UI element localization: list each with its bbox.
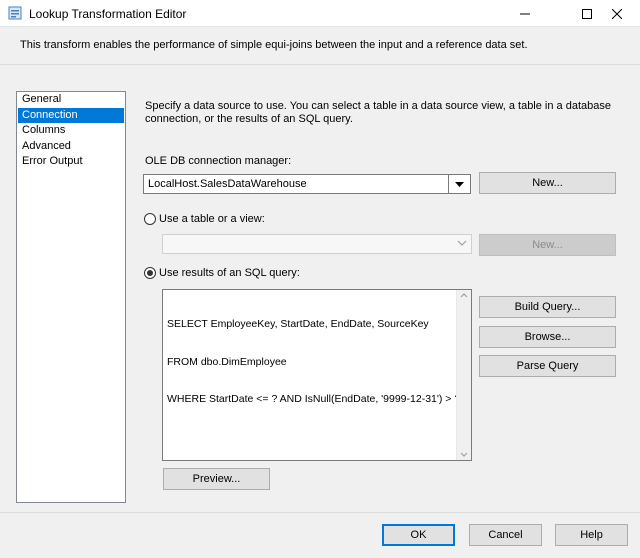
minimize-icon (520, 13, 530, 14)
header-divider (0, 64, 640, 65)
transform-description: This transform enables the performance o… (20, 39, 528, 51)
oledb-connection-value: LocalHost.SalesDataWarehouse (148, 178, 307, 190)
chevron-down-icon (457, 240, 467, 246)
connection-intro-text: Specify a data source to use. You can se… (145, 100, 611, 125)
radio-use-table[interactable] (144, 213, 156, 225)
sql-line: WHERE StartDate <= ? AND IsNull(EndDate,… (167, 393, 461, 405)
new-table-button: New... (479, 234, 616, 256)
sql-line: SELECT EmployeeKey, StartDate, EndDate, … (167, 318, 429, 330)
nav-item-general[interactable]: General (18, 92, 124, 108)
parse-query-button[interactable]: Parse Query (479, 355, 616, 377)
sql-query-text[interactable]: SELECT EmployeeKey, StartDate, EndDate, … (167, 293, 460, 431)
radio-use-sql-label[interactable]: Use results of an SQL query: (159, 267, 300, 279)
scroll-up-icon[interactable] (460, 292, 468, 298)
nav-item-error-output[interactable]: Error Output (18, 154, 124, 170)
build-query-button[interactable]: Build Query... (479, 296, 616, 318)
footer-divider (0, 512, 640, 513)
page-nav-list[interactable]: General Connection Columns Advanced Erro… (16, 91, 126, 503)
close-button[interactable] (594, 0, 640, 27)
app-icon (8, 6, 22, 20)
nav-item-columns[interactable]: Columns (18, 123, 124, 139)
sql-line: FROM dbo.DimEmployee (167, 355, 287, 368)
sql-query-textarea[interactable]: SELECT EmployeeKey, StartDate, EndDate, … (162, 289, 472, 461)
radio-use-sql[interactable] (144, 267, 156, 279)
sql-scrollbar[interactable] (456, 290, 471, 460)
nav-item-advanced[interactable]: Advanced (18, 139, 124, 155)
scroll-down-icon[interactable] (460, 452, 468, 458)
minimize-button[interactable] (502, 0, 548, 27)
window-title: Lookup Transformation Editor (29, 7, 187, 21)
maximize-icon (582, 8, 592, 19)
close-icon (612, 8, 622, 19)
table-view-select (162, 234, 472, 254)
oledb-connection-select[interactable]: LocalHost.SalesDataWarehouse (143, 174, 471, 194)
cancel-button[interactable]: Cancel (469, 524, 542, 546)
browse-button[interactable]: Browse... (479, 326, 616, 348)
radio-use-table-label[interactable]: Use a table or a view: (159, 213, 265, 225)
nav-item-connection[interactable]: Connection (18, 107, 124, 123)
dropdown-arrow-icon[interactable] (448, 175, 470, 193)
help-button[interactable]: Help (555, 524, 628, 546)
preview-button[interactable]: Preview... (163, 468, 270, 490)
ok-button[interactable]: OK (382, 524, 455, 546)
new-connection-button[interactable]: New... (479, 172, 616, 194)
oledb-label: OLE DB connection manager: (145, 155, 292, 167)
title-bar: Lookup Transformation Editor (0, 0, 640, 27)
